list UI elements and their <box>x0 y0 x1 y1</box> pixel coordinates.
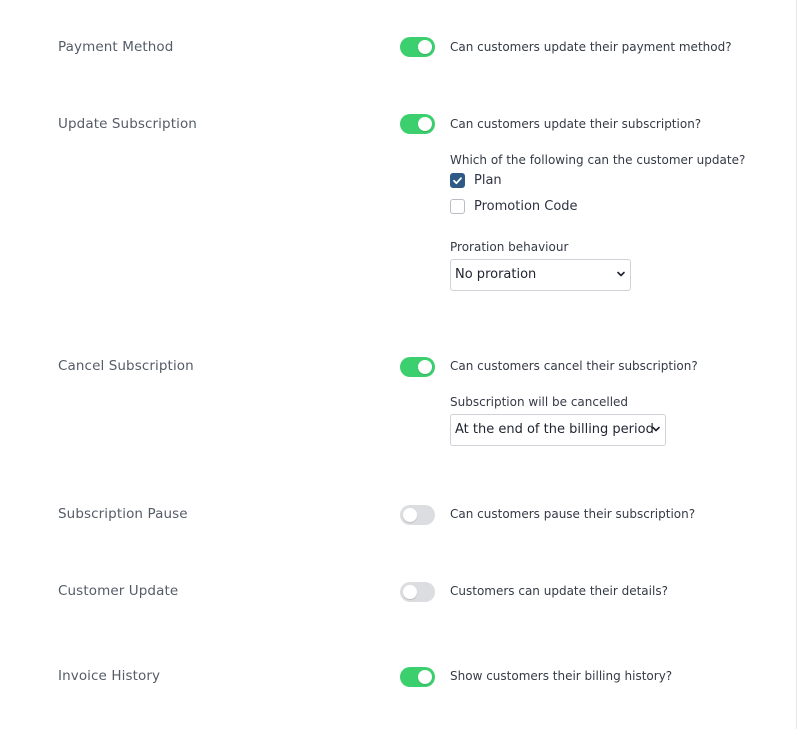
update-options-prompt: Which of the following can the customer … <box>450 153 746 167</box>
update-subscription-toggle[interactable] <box>400 114 435 134</box>
cancellation-timing-label: Subscription will be cancelled <box>450 395 629 409</box>
plan-checkbox[interactable] <box>450 173 465 188</box>
update-subscription-question: Can customers update their subscription? <box>450 117 702 131</box>
customer-update-toggle[interactable] <box>400 582 435 602</box>
subscription-pause-question: Can customers pause their subscription? <box>450 507 696 521</box>
toggle-knob <box>418 117 432 131</box>
proration-behaviour-value: No proration <box>455 267 537 282</box>
subscription-pause-label: Subscription Pause <box>58 506 188 522</box>
chevron-down-icon <box>617 271 625 277</box>
toggle-knob <box>418 40 432 54</box>
cancellation-timing-select[interactable]: At the end of the billing period <box>450 414 666 446</box>
customer-update-label: Customer Update <box>58 583 179 599</box>
update-subscription-label: Update Subscription <box>58 116 197 132</box>
cancel-subscription-toggle[interactable] <box>400 357 435 377</box>
cancel-subscription-label: Cancel Subscription <box>58 358 194 374</box>
cancel-subscription-question: Can customers cancel their subscription? <box>450 359 698 373</box>
toggle-knob <box>403 585 417 599</box>
promotion-code-checkbox-label[interactable]: Promotion Code <box>474 199 578 214</box>
proration-behaviour-select[interactable]: No proration <box>450 259 631 291</box>
toggle-knob <box>403 508 417 522</box>
checkmark-icon <box>453 177 462 185</box>
subscription-pause-toggle[interactable] <box>400 505 435 525</box>
chevron-down-icon <box>652 426 660 432</box>
proration-behaviour-label: Proration behaviour <box>450 240 569 254</box>
toggle-knob <box>418 360 432 374</box>
payment-method-toggle[interactable] <box>400 37 435 57</box>
plan-checkbox-label[interactable]: Plan <box>474 173 502 188</box>
settings-panel: Payment Method Can customers update thei… <box>0 0 797 729</box>
customer-update-question: Customers can update their details? <box>450 584 668 598</box>
invoice-history-toggle[interactable] <box>400 667 435 687</box>
invoice-history-label: Invoice History <box>58 668 161 684</box>
promotion-code-checkbox[interactable] <box>450 199 465 214</box>
toggle-knob <box>418 670 432 684</box>
payment-method-label: Payment Method <box>58 39 174 55</box>
invoice-history-question: Show customers their billing history? <box>450 669 673 683</box>
cancellation-timing-value: At the end of the billing period <box>455 422 654 437</box>
payment-method-question: Can customers update their payment metho… <box>450 40 732 54</box>
